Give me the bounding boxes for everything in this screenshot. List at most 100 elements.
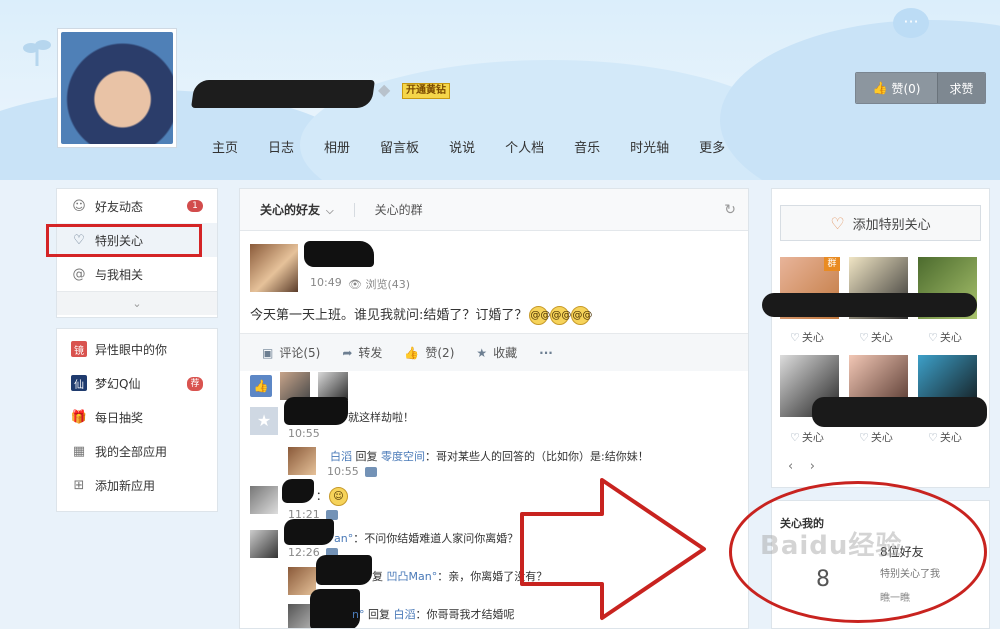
- app-item-add-app[interactable]: ⊞ 添加新应用: [57, 468, 217, 502]
- like-label: 赞(2): [425, 346, 455, 360]
- comment-time: 12:26: [288, 546, 320, 559]
- reply-target[interactable]: 凹凸Man°: [387, 570, 438, 583]
- nav-more[interactable]: 更多: [699, 137, 725, 156]
- plus-icon: ⊞: [73, 477, 85, 493]
- feed-tabs: 关心的好友 ⌵ 关心的群: [240, 189, 748, 231]
- app-item-mirror[interactable]: 镜 异性眼中的你: [57, 332, 217, 366]
- qxian-app-icon: 仙: [71, 375, 87, 391]
- sidebar-item-label: 与我相关: [95, 267, 144, 282]
- add-special-label: 添加特别关心: [852, 217, 931, 233]
- redacted-name: [284, 397, 348, 425]
- commenter-avatar[interactable]: [288, 567, 316, 595]
- care-button[interactable]: ♡ 关心: [859, 329, 893, 345]
- highlight-box: [46, 224, 202, 257]
- liker-avatar[interactable]: [280, 372, 310, 400]
- comment-item: an°：不问你结婚难道人家问你离婚？: [334, 530, 518, 546]
- thumbs-up-icon: 👍: [872, 81, 888, 95]
- commenter-avatar[interactable]: [250, 486, 278, 514]
- comment-item: n° 回复 白滔：你哥哥我才结婚呢: [352, 606, 514, 622]
- post-body: 今天第一天上班。谁见我就问:结婚了？订婚了？: [250, 308, 528, 323]
- annotation-arrow-icon: [520, 478, 706, 620]
- comment-item: ： ☺: [316, 487, 348, 506]
- comment-text: ：你哥哥我才结婚呢: [415, 608, 515, 621]
- redacted-names: [812, 397, 987, 427]
- post-views: 👁 浏览(43): [348, 276, 410, 292]
- commenter-name[interactable]: n°: [352, 608, 364, 621]
- sidebar-item-friend-feed[interactable]: ☺ 好友动态 1: [57, 189, 217, 223]
- star-avatar-icon[interactable]: ★: [250, 407, 278, 435]
- care-button[interactable]: ♡ 关心: [928, 429, 962, 445]
- chevron-left-icon[interactable]: ‹: [788, 459, 793, 474]
- like-group: 👍 赞(0) 求赞: [855, 72, 986, 104]
- app-item-lottery[interactable]: 🎁 每日抽奖: [57, 400, 217, 434]
- nav-guestbook[interactable]: 留言板: [380, 137, 419, 156]
- reply-target[interactable]: 零度空间: [381, 450, 425, 463]
- forward-button[interactable]: ➦ 转发: [342, 344, 382, 361]
- dizzy-face-icon: @@: [571, 306, 592, 325]
- comment-button[interactable]: ▣ 评论(5): [262, 344, 320, 361]
- tab-label: 关心的好友: [260, 203, 321, 217]
- forward-icon: ➦: [342, 346, 353, 360]
- commenter-name[interactable]: 白滔: [330, 450, 352, 463]
- sidebar-item-mentions[interactable]: @ 与我相关: [57, 257, 217, 291]
- redacted-name: [282, 479, 314, 503]
- commenter-avatar[interactable]: [288, 447, 316, 475]
- like-button[interactable]: 👍 赞(0): [856, 73, 937, 103]
- care-button[interactable]: ♡ 关心: [859, 429, 893, 445]
- care-label: 关心: [801, 331, 824, 344]
- care-button[interactable]: ♡ 关心: [928, 329, 962, 345]
- care-button[interactable]: ♡ 关心: [790, 329, 824, 345]
- nav-home[interactable]: 主页: [212, 137, 238, 156]
- favorite-label: 收藏: [493, 346, 518, 360]
- heart-icon: ♡: [859, 331, 869, 344]
- tab-cared-groups[interactable]: 关心的群: [375, 201, 423, 218]
- care-button[interactable]: ♡ 关心: [790, 429, 824, 445]
- like-label: 赞(0): [891, 81, 921, 96]
- care-label: 关心: [870, 431, 893, 444]
- diamond-icon[interactable]: ◆: [378, 81, 398, 99]
- commenter-name[interactable]: an°: [334, 532, 353, 545]
- liker-avatar[interactable]: [318, 372, 348, 400]
- app-label: 梦幻Q仙: [95, 376, 141, 391]
- refresh-icon[interactable]: ↻: [724, 202, 736, 218]
- chevron-right-icon[interactable]: ›: [810, 459, 815, 474]
- vip-badge[interactable]: 开通黄钻: [402, 83, 450, 99]
- grin-face-icon: ☺: [329, 487, 348, 506]
- comment-meta: 10:55: [327, 465, 377, 478]
- comment-text: ：: [316, 489, 327, 503]
- app-label: 每日抽奖: [95, 410, 144, 425]
- favorite-button[interactable]: ★ 收藏: [476, 344, 517, 361]
- comment-time: 10:55: [327, 465, 359, 478]
- nav-music[interactable]: 音乐: [574, 137, 600, 156]
- person-icon: ☺: [72, 198, 86, 214]
- app-item-qxian[interactable]: 仙 梦幻Q仙 荐: [57, 366, 217, 400]
- more-button[interactable]: ···: [539, 346, 553, 360]
- add-special-care-button[interactable]: ♡ 添加特别关心: [780, 205, 981, 241]
- reply-verb: 回复: [367, 608, 390, 621]
- profile-avatar[interactable]: [57, 28, 177, 148]
- like-post-button[interactable]: 👍 赞(2): [404, 344, 454, 361]
- app-item-all-apps[interactable]: ▦ 我的全部应用: [57, 434, 217, 468]
- expand-chevron-icon[interactable]: ⌄: [57, 291, 217, 315]
- special-care-panel: ♡ 添加特别关心 群 ♡ 关心 ♡ 关心 ♡ 关心 ♡ 关心 ♡ 关心 ♡ 关心 ‹ ›: [762, 188, 990, 488]
- nav-timeline[interactable]: 时光轴: [630, 137, 669, 156]
- post-actions: ▣ 评论(5) ➦ 转发 👍 赞(2) ★ 收藏 ···: [240, 333, 748, 371]
- thumbs-up-icon: 👍: [250, 375, 272, 397]
- forward-label: 转发: [358, 346, 383, 360]
- nav-shuoshuo[interactable]: 说说: [449, 137, 475, 156]
- apps-menu: 镜 异性眼中的你 仙 梦幻Q仙 荐 🎁 每日抽奖 ▦ 我的全部应用 ⊞ 添加新应…: [56, 328, 218, 512]
- care-label: 关心: [801, 431, 824, 444]
- poster-avatar[interactable]: [250, 244, 298, 292]
- nav-album[interactable]: 相册: [324, 137, 350, 156]
- comment-text: 就这样劫啦！: [348, 411, 414, 424]
- tab-cared-friends[interactable]: 关心的好友 ⌵: [260, 201, 334, 218]
- commenter-avatar[interactable]: [250, 530, 278, 558]
- post-text: 今天第一天上班。谁见我就问:结婚了？订婚了？ @@@@@@: [250, 304, 592, 325]
- nav-profile[interactable]: 个人档: [505, 137, 544, 156]
- reply-target[interactable]: 白滔: [393, 608, 415, 621]
- dizzy-face-icon: @@: [550, 306, 571, 325]
- heart-icon: ♡: [830, 213, 845, 233]
- beg-like-button[interactable]: 求赞: [937, 73, 985, 103]
- reply-icon[interactable]: [364, 467, 377, 477]
- nav-blog[interactable]: 日志: [268, 137, 294, 156]
